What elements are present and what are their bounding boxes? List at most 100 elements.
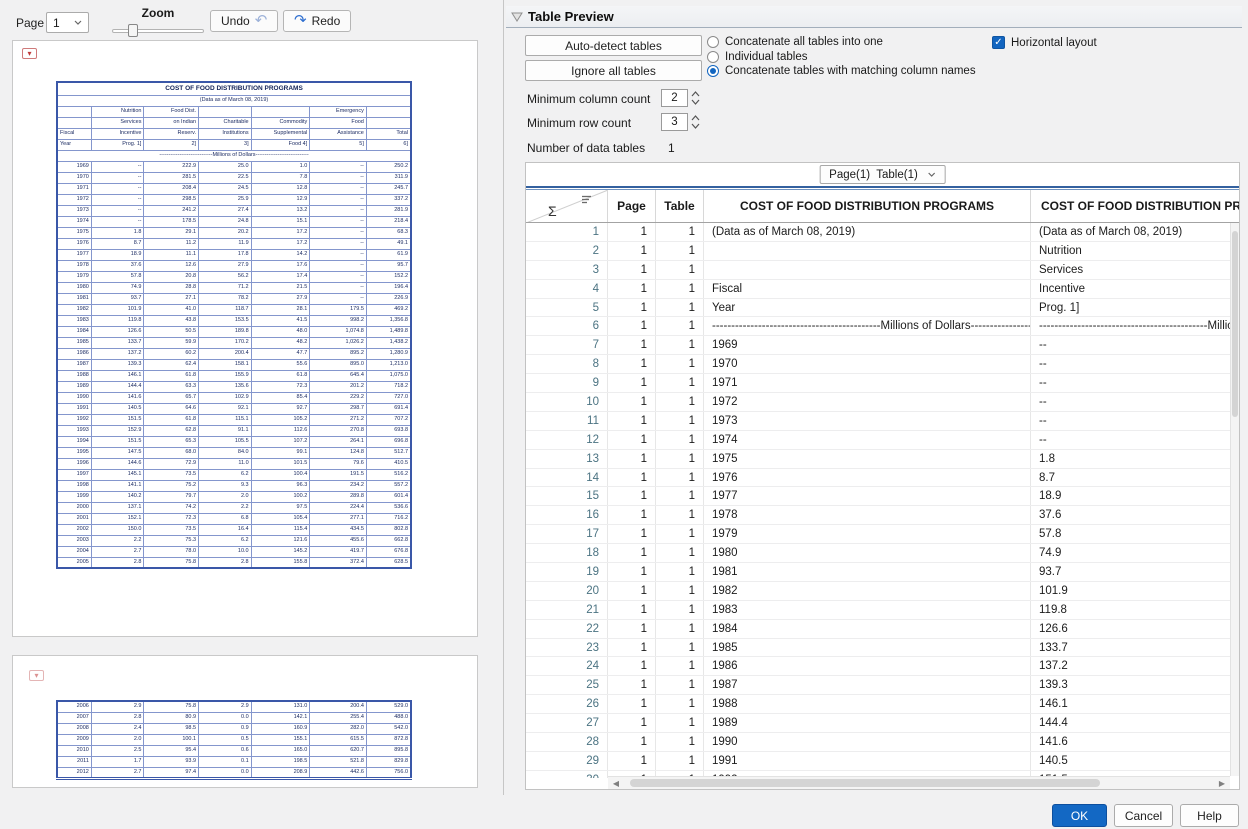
- radio-selected-icon[interactable]: [707, 65, 719, 77]
- table-row[interactable]: 27111989144.4: [526, 714, 1239, 733]
- table-row[interactable]: 1611197837.6: [526, 506, 1239, 525]
- num-data-tables-value: 1: [668, 141, 675, 155]
- checkbox-checked-icon[interactable]: ✓: [992, 36, 1005, 49]
- spin-down-icon[interactable]: [691, 123, 700, 129]
- horizontal-scrollbar[interactable]: ◀ ▶: [608, 776, 1230, 789]
- pdf-table-cell: 691.4: [366, 403, 411, 414]
- table-row[interactable]: 1511197718.9: [526, 487, 1239, 506]
- table-row[interactable]: 25111987139.3: [526, 676, 1239, 695]
- horizontal-layout-checkbox-row[interactable]: ✓ Horizontal layout: [992, 36, 1097, 49]
- table-row[interactable]: 1711197957.8: [526, 525, 1239, 544]
- spin-up-icon[interactable]: [691, 115, 700, 121]
- pdf-table-cell: 25.9: [199, 194, 252, 205]
- table-row[interactable]: 111(Data as of March 08, 2019)(Data as o…: [526, 223, 1239, 242]
- row-number-cell: 24: [526, 657, 608, 675]
- page-cell: 1: [608, 544, 656, 562]
- pdf-detected-table-page1[interactable]: COST OF FOOD DISTRIBUTION PROGRAMS(Data …: [56, 81, 412, 569]
- undo-button[interactable]: Undo ↶: [210, 10, 278, 32]
- vertical-scrollbar[interactable]: [1230, 223, 1239, 776]
- table-cell: 1: [656, 450, 704, 468]
- column-header-page[interactable]: Page: [608, 190, 656, 222]
- table-row[interactable]: 411FiscalIncentive: [526, 280, 1239, 299]
- table-row[interactable]: 20111982101.9: [526, 582, 1239, 601]
- pdf-page-thumbnail-2[interactable]: ▾ 20062.975.82.9131.0200.4529.020072.880…: [12, 655, 478, 788]
- redo-button[interactable]: ↷ Redo: [283, 10, 351, 32]
- page-select[interactable]: 1: [46, 12, 89, 33]
- help-button[interactable]: Help: [1180, 804, 1239, 827]
- pdf-detected-table-page2[interactable]: 20062.975.82.9131.0200.4529.020072.880.9…: [56, 700, 412, 780]
- ok-button[interactable]: OK: [1052, 804, 1107, 827]
- pdf-table-cell: 27.9: [199, 260, 252, 271]
- table-row[interactable]: 311Services: [526, 261, 1239, 280]
- pdf-table-cell: 99.1: [251, 447, 310, 458]
- table-row[interactable]: 511YearProg. 1]: [526, 299, 1239, 318]
- red-triangle-menu-button[interactable]: ▾: [22, 48, 37, 59]
- pane-splitter[interactable]: [503, 0, 504, 795]
- pdf-table-cell: 155.8: [251, 557, 310, 568]
- table-row[interactable]: 7111969--: [526, 336, 1239, 355]
- min-column-count-stepper[interactable]: [691, 89, 702, 107]
- radio-option-1[interactable]: Concatenate all tables into one: [707, 35, 976, 50]
- pdf-table-cell: 277.1: [310, 513, 367, 524]
- pdf-table-cell: Emergency: [310, 106, 367, 117]
- zoom-slider-track[interactable]: [112, 29, 204, 33]
- radio-option-3[interactable]: Concatenate tables with matching column …: [707, 64, 976, 79]
- table-row[interactable]: 131119751.8: [526, 450, 1239, 469]
- table-row[interactable]: 1911198193.7: [526, 563, 1239, 582]
- table-row[interactable]: 24111986137.2: [526, 657, 1239, 676]
- zoom-slider-thumb[interactable]: [128, 24, 138, 37]
- scroll-left-icon[interactable]: ◀: [610, 779, 622, 787]
- spin-down-icon[interactable]: [691, 99, 700, 105]
- pdf-table-cell: 2.5: [91, 745, 144, 756]
- pdf-page-thumbnail-1[interactable]: ▾ COST OF FOOD DISTRIBUTION PROGRAMS(Dat…: [12, 40, 478, 637]
- pdf-table-cell: 144.6: [91, 458, 144, 469]
- table-row[interactable]: 22111984126.6: [526, 620, 1239, 639]
- pdf-table-cell: 1983: [57, 315, 91, 326]
- min-column-count-input[interactable]: 2: [661, 89, 688, 107]
- data-cell-2: 74.9: [1031, 544, 1239, 562]
- table-row[interactable]: 28111990141.6: [526, 733, 1239, 752]
- auto-detect-tables-button[interactable]: Auto-detect tables: [525, 35, 702, 56]
- table-row[interactable]: 21111983119.8: [526, 601, 1239, 620]
- table-row[interactable]: 611-------------------------------------…: [526, 317, 1239, 336]
- table-row[interactable]: 10111972--: [526, 393, 1239, 412]
- table-row[interactable]: 29111991140.5: [526, 752, 1239, 771]
- row-number-cell: 7: [526, 336, 608, 354]
- column-header-cost-1[interactable]: COST OF FOOD DISTRIBUTION PROGRAMS: [704, 190, 1031, 222]
- min-row-count-stepper[interactable]: [691, 113, 702, 131]
- pdf-table-cell: 98.5: [144, 723, 199, 734]
- table-row[interactable]: 12111974--: [526, 431, 1239, 450]
- column-menu-icon[interactable]: [581, 195, 592, 204]
- page-cell: 1: [608, 676, 656, 694]
- pdf-table-cell: 179.5: [310, 304, 367, 315]
- pdf-table-cell: 1976: [57, 238, 91, 249]
- table-selector-dropdown[interactable]: Page(1) Table(1): [819, 165, 946, 184]
- spin-up-icon[interactable]: [691, 91, 700, 97]
- horizontal-scrollbar-thumb[interactable]: [630, 779, 1100, 787]
- scroll-right-icon[interactable]: ▶: [1216, 779, 1228, 787]
- table-row[interactable]: 11111973--: [526, 412, 1239, 431]
- table-row[interactable]: 8111970--: [526, 355, 1239, 374]
- table-row[interactable]: 9111971--: [526, 374, 1239, 393]
- min-row-count-input[interactable]: 3: [661, 113, 688, 131]
- ignore-all-tables-button[interactable]: Ignore all tables: [525, 60, 702, 81]
- table-row[interactable]: 23111985133.7: [526, 639, 1239, 658]
- table-row[interactable]: 141119768.7: [526, 469, 1239, 488]
- radio-label: Concatenate tables with matching column …: [725, 65, 976, 77]
- table-row[interactable]: 1811198074.9: [526, 544, 1239, 563]
- column-header-table[interactable]: Table: [656, 190, 704, 222]
- summation-icon[interactable]: Σ: [548, 203, 557, 219]
- radio-option-2[interactable]: Individual tables: [707, 50, 976, 65]
- vertical-scrollbar-thumb[interactable]: [1232, 231, 1238, 417]
- zoom-slider[interactable]: [112, 23, 204, 38]
- grid-corner-cell[interactable]: Σ: [526, 190, 608, 222]
- column-header-cost-2[interactable]: COST OF FOOD DISTRIBUTION PROGRAMS: [1031, 190, 1239, 222]
- cancel-button[interactable]: Cancel: [1114, 804, 1173, 827]
- table-row[interactable]: 211Nutrition: [526, 242, 1239, 261]
- radio-unselected-icon[interactable]: [707, 36, 719, 48]
- radio-unselected-icon[interactable]: [707, 51, 719, 63]
- row-number-cell: 16: [526, 506, 608, 524]
- red-triangle-menu-button[interactable]: ▾: [29, 670, 44, 681]
- table-row[interactable]: 26111988146.1: [526, 695, 1239, 714]
- disclosure-triangle-icon[interactable]: [511, 12, 523, 22]
